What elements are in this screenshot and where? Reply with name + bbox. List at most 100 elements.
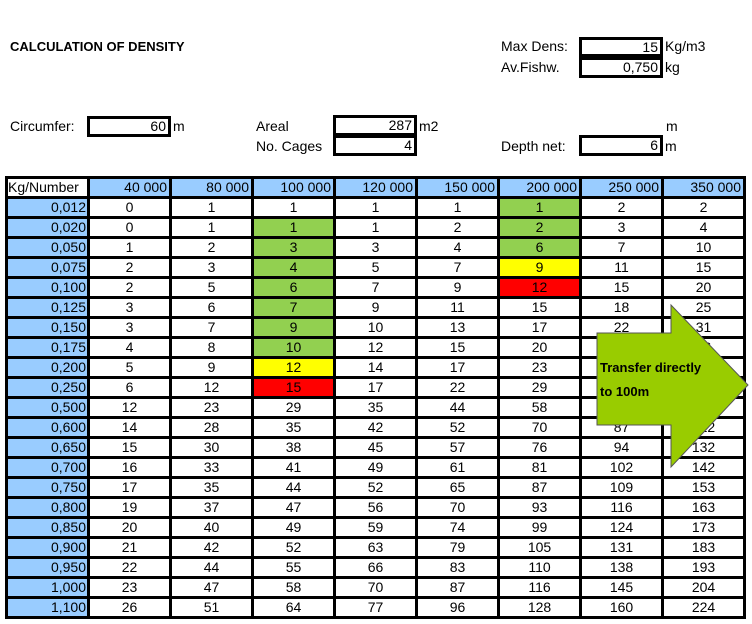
table-row: 0,950 22 44 55 66 83 110 138 193 (8, 559, 746, 579)
table-cell: 1 (336, 199, 415, 216)
depth-net-input[interactable]: 6 (579, 135, 663, 156)
table-cell: 42 (172, 539, 251, 556)
table-cell: 20 (500, 339, 579, 356)
table-cell: 29 (500, 379, 579, 396)
table-cell: 145 (582, 579, 661, 596)
table-cell: 1 (418, 199, 497, 216)
table-cell: 15 (90, 439, 169, 456)
table-cell: 7 (336, 279, 415, 296)
table-cell: 19 (90, 499, 169, 516)
table-cell: 204 (664, 579, 743, 596)
table-cell: 2 (418, 219, 497, 236)
table-cell: 2 (582, 199, 661, 216)
stray-unit: m (666, 118, 678, 134)
table-cell: 83 (418, 559, 497, 576)
no-cages-input[interactable]: 4 (333, 135, 417, 156)
table-cell: 59 (336, 519, 415, 536)
table-cell: 17 (500, 319, 579, 336)
table-cell: 99 (500, 519, 579, 536)
table-cell: 63 (336, 539, 415, 556)
table-cell: 28 (172, 419, 251, 436)
circumfer-label: Circumfer: (10, 118, 75, 134)
row-label: 0,175 (8, 339, 87, 356)
areal-label: Areal (256, 118, 289, 134)
table-cell: 41 (254, 459, 333, 476)
table-cell: 3 (254, 239, 333, 256)
table-cell: 66 (336, 559, 415, 576)
table-cell: 20 (664, 279, 743, 296)
table-cell: 116 (500, 579, 579, 596)
circumfer-input[interactable]: 60 (87, 116, 171, 137)
table-cell: 23 (500, 359, 579, 376)
column-header: 80 000 (172, 179, 251, 196)
table-cell: 2 (664, 199, 743, 216)
table-cell: 52 (418, 419, 497, 436)
table-cell: 15 (500, 299, 579, 316)
depth-net-label: Depth net: (501, 138, 566, 154)
row-label: 0,950 (8, 559, 87, 576)
column-header: 40 000 (90, 179, 169, 196)
no-cages-label: No. Cages (256, 138, 323, 154)
table-cell: 10 (664, 239, 743, 256)
table-cell: 87 (500, 479, 579, 496)
table-cell: 1 (90, 239, 169, 256)
table-row: 0,012 0 1 1 1 1 1 2 2 (8, 199, 746, 219)
column-header: 350 000 (664, 179, 743, 196)
table-cell: 70 (500, 419, 579, 436)
table-cell: 128 (500, 599, 579, 616)
table-row: 0,020 0 1 1 1 2 2 3 4 (8, 219, 746, 239)
areal-unit: m2 (419, 118, 439, 134)
table-cell: 65 (418, 479, 497, 496)
callout-line-2: to 100m (600, 384, 650, 399)
table-cell: 76 (500, 439, 579, 456)
table-cell: 12 (500, 279, 579, 296)
table-cell: 3 (90, 319, 169, 336)
table-cell: 4 (254, 259, 333, 276)
table-cell: 3 (582, 219, 661, 236)
areal-value: 287 (333, 115, 417, 136)
table-cell: 96 (418, 599, 497, 616)
max-dens-input[interactable]: 15 (579, 37, 663, 57)
column-header: 250 000 (582, 179, 661, 196)
table-cell: 15 (582, 279, 661, 296)
table-cell: 40 (172, 519, 251, 536)
table-cell: 70 (336, 579, 415, 596)
row-label: 0,650 (8, 439, 87, 456)
table-cell: 13 (418, 319, 497, 336)
table-cell: 87 (418, 579, 497, 596)
table-cell: 11 (418, 299, 497, 316)
callout-line-1: Transfer directly (600, 360, 702, 375)
table-cell: 1 (336, 219, 415, 236)
max-dens-unit: Kg/m3 (665, 38, 706, 54)
table-cell: 70 (418, 499, 497, 516)
table-cell: 22 (418, 379, 497, 396)
table-cell: 131 (582, 539, 661, 556)
table-cell: 2 (500, 219, 579, 236)
table-cell: 51 (172, 599, 251, 616)
table-cell: 58 (500, 399, 579, 416)
column-header: 100 000 (254, 179, 333, 196)
av-fishw-label: Av.Fishw. (501, 59, 560, 75)
row-label: 0,150 (8, 319, 87, 336)
table-cell: 160 (582, 599, 661, 616)
table-cell: 12 (90, 399, 169, 416)
table-cell: 17 (418, 359, 497, 376)
table-cell: 64 (254, 599, 333, 616)
table-cell: 5 (336, 259, 415, 276)
av-fishw-input[interactable]: 0,750 (579, 57, 663, 78)
table-cell: 14 (336, 359, 415, 376)
table-cell: 37 (172, 499, 251, 516)
table-cell: 0 (90, 199, 169, 216)
table-cell: 45 (336, 439, 415, 456)
table-cell: 109 (582, 479, 661, 496)
table-cell: 7 (254, 299, 333, 316)
table-row: 0,900 21 42 52 63 79 105 131 183 (8, 539, 746, 559)
row-label: 0,050 (8, 239, 87, 256)
table-cell: 44 (172, 559, 251, 576)
table-cell: 6 (90, 379, 169, 396)
table-cell: 153 (664, 479, 743, 496)
table-row: 0,750 17 35 44 52 65 87 109 153 (8, 479, 746, 499)
table-cell: 0 (90, 219, 169, 236)
max-dens-label: Max Dens: (501, 38, 568, 54)
table-cell: 38 (254, 439, 333, 456)
